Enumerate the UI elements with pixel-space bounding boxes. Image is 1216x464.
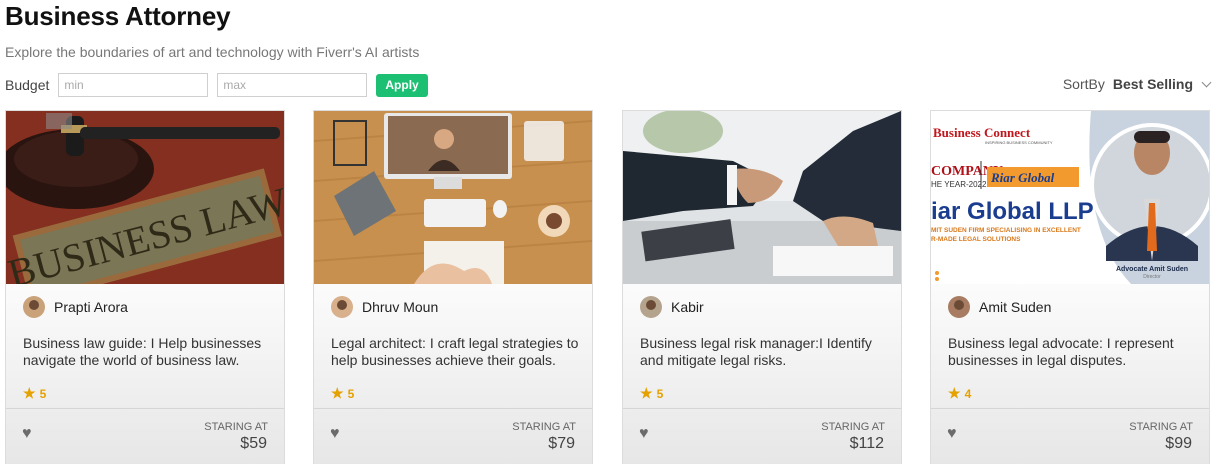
seller-info[interactable]: Prapti Arora bbox=[23, 296, 128, 318]
avatar bbox=[948, 296, 970, 318]
role-text: Director bbox=[1143, 274, 1161, 280]
budget-max-input[interactable] bbox=[217, 73, 368, 97]
gig-description[interactable]: Business legal advocate: I represent bus… bbox=[948, 335, 1198, 369]
gig-card[interactable]: Business Connect INSPIRING BUSINESS COMM… bbox=[930, 110, 1210, 464]
heart-icon[interactable]: ♥ bbox=[947, 425, 957, 443]
gig-rating: ★ 4 bbox=[948, 385, 971, 402]
gig-rating: ★ 5 bbox=[640, 385, 663, 402]
rating-value: 5 bbox=[347, 386, 355, 401]
star-icon: ★ bbox=[331, 385, 344, 401]
seller-name: Prapti Arora bbox=[54, 299, 128, 315]
starting-at-label: STARING AT bbox=[821, 421, 885, 433]
gig-listing-page: Business Attorney Explore the boundaries… bbox=[0, 0, 1216, 464]
avatar bbox=[331, 296, 353, 318]
card-divider bbox=[6, 408, 284, 409]
tagline-text: INSPIRING BUSINESS COMMUNITY bbox=[985, 140, 1053, 145]
budget-min-input[interactable] bbox=[58, 73, 209, 97]
gig-card-list: BUSINESS LAW Prapti Arora Business law g… bbox=[5, 110, 1211, 464]
heart-icon[interactable]: ♥ bbox=[330, 425, 340, 443]
seller-name: Kabir bbox=[671, 299, 704, 315]
line1-text: MIT SUDEN FIRM SPECIALISING IN EXCELLENT bbox=[931, 227, 1081, 234]
rating-value: 5 bbox=[39, 386, 47, 401]
year-text: HE YEAR-2022 bbox=[931, 180, 987, 189]
desk-video-call-image bbox=[314, 111, 592, 284]
card-divider bbox=[931, 408, 1209, 409]
avatar bbox=[23, 296, 45, 318]
page-title: Business Attorney bbox=[5, 1, 231, 31]
riar-global-image: Business Connect INSPIRING BUSINESS COMM… bbox=[931, 111, 1209, 284]
starting-at-label: STARING AT bbox=[512, 421, 576, 433]
gig-card[interactable]: BUSINESS LAW Prapti Arora Business law g… bbox=[5, 110, 285, 464]
gig-rating: ★ 5 bbox=[23, 385, 46, 402]
gig-price: $112 bbox=[849, 435, 884, 452]
sort-value: Best Selling bbox=[1112, 76, 1193, 92]
seller-info[interactable]: Amit Suden bbox=[948, 296, 1051, 318]
starting-at-label: STARING AT bbox=[1129, 421, 1193, 433]
chevron-down-icon bbox=[1201, 77, 1212, 87]
rating-value: 5 bbox=[656, 386, 664, 401]
apply-button[interactable]: Apply bbox=[376, 73, 428, 97]
gig-thumbnail[interactable]: BUSINESS LAW bbox=[6, 111, 284, 284]
gig-thumbnail[interactable] bbox=[314, 111, 592, 284]
seller-info[interactable]: Dhruv Moun bbox=[331, 296, 438, 318]
business-law-image: BUSINESS LAW bbox=[6, 111, 284, 284]
gig-rating: ★ 5 bbox=[331, 385, 354, 402]
gig-card[interactable]: Kabir Business legal risk manager:I Iden… bbox=[622, 110, 902, 464]
gig-thumbnail[interactable] bbox=[623, 111, 901, 284]
starting-at-label: STARING AT bbox=[204, 421, 268, 433]
gig-price: $79 bbox=[548, 435, 575, 452]
star-icon: ★ bbox=[23, 385, 36, 401]
seller-name: Amit Suden bbox=[979, 299, 1052, 315]
sort-label: SortBy bbox=[1062, 76, 1105, 92]
budget-label: Budget bbox=[5, 77, 50, 93]
caption-text: Advocate Amit Suden bbox=[1116, 266, 1188, 273]
brand-text: Business Connect bbox=[933, 125, 1031, 140]
handshake-image bbox=[623, 111, 901, 284]
gig-description[interactable]: Business law guide: I Help businesses na… bbox=[23, 335, 273, 369]
page-subtitle: Explore the boundaries of art and techno… bbox=[5, 44, 420, 60]
gig-thumbnail[interactable]: Business Connect INSPIRING BUSINESS COMM… bbox=[931, 111, 1209, 284]
headline-text: iar Global LLP bbox=[931, 198, 1094, 225]
budget-filter: Budget Apply bbox=[5, 73, 428, 97]
heart-icon[interactable]: ♥ bbox=[639, 425, 649, 443]
sort-dropdown[interactable]: SortBy Best Selling bbox=[1062, 76, 1212, 92]
avatar bbox=[640, 296, 662, 318]
line2-text: R-MADE LEGAL SOLUTIONS bbox=[931, 236, 1021, 243]
gig-description[interactable]: Business legal risk manager:I Identify a… bbox=[640, 335, 890, 369]
rating-value: 4 bbox=[964, 386, 972, 401]
star-icon: ★ bbox=[948, 385, 961, 401]
seller-name: Dhruv Moun bbox=[362, 299, 439, 315]
heart-icon[interactable]: ♥ bbox=[22, 425, 32, 443]
star-icon: ★ bbox=[640, 385, 653, 401]
logo-text: Riar Global bbox=[990, 170, 1055, 185]
seller-info[interactable]: Kabir bbox=[640, 296, 704, 318]
card-divider bbox=[623, 408, 901, 409]
gig-card[interactable]: Dhruv Moun Legal architect: I craft lega… bbox=[313, 110, 593, 464]
gig-price: $99 bbox=[1165, 435, 1192, 452]
gig-description[interactable]: Legal architect: I craft legal strategie… bbox=[331, 335, 581, 369]
card-divider bbox=[314, 408, 592, 409]
gig-price: $59 bbox=[240, 435, 267, 452]
